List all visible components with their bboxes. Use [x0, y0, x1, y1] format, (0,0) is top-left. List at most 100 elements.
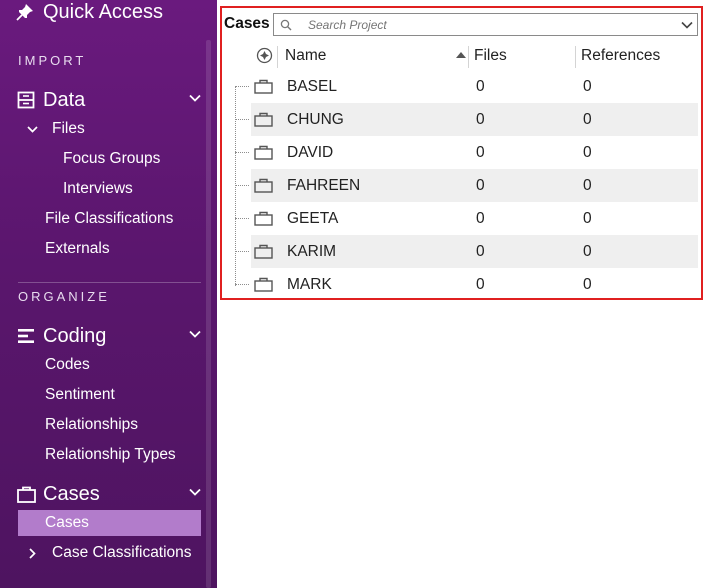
chevron-down-icon[interactable]: [189, 92, 201, 104]
sidebar-item-case-classifications-label: Case Classifications: [52, 544, 192, 561]
sidebar-item-files[interactable]: Files: [27, 116, 85, 142]
sidebar-item-file-classifications-label: File Classifications: [45, 210, 174, 227]
cell-files: 0: [476, 209, 485, 227]
column-header-references[interactable]: References: [581, 42, 660, 70]
table-row[interactable]: BASEL 0 0: [235, 70, 698, 103]
cell-references: 0: [583, 242, 592, 260]
tree-connector: [235, 185, 249, 186]
tree-connector: [235, 152, 249, 153]
table-row[interactable]: CHUNG 0 0: [235, 103, 698, 136]
cell-files: 0: [476, 143, 485, 161]
section-divider: [18, 282, 201, 283]
cell-name: KARIM: [287, 242, 337, 260]
sort-ascending-icon: [456, 52, 466, 58]
sidebar-item-relationship-types-label: Relationship Types: [45, 446, 176, 463]
pin-icon: [16, 4, 33, 21]
sidebar-item-codes-label: Codes: [45, 356, 90, 373]
group-coding[interactable]: Coding: [16, 322, 203, 350]
chevron-down-icon[interactable]: [27, 124, 39, 135]
data-icon: [16, 90, 36, 110]
cell-name: GEETA: [287, 209, 339, 227]
briefcase-icon: [254, 277, 273, 292]
search-icon: [280, 19, 296, 31]
sidebar-item-interviews[interactable]: Interviews: [63, 176, 133, 202]
chevron-down-icon[interactable]: [681, 20, 693, 30]
column-header-files[interactable]: Files: [474, 42, 507, 70]
column-separator: [277, 46, 278, 68]
sidebar-item-file-classifications[interactable]: File Classifications: [45, 206, 173, 232]
tree-connector: [235, 251, 249, 252]
tree-connector: [235, 284, 249, 285]
navigation-sidebar: Quick Access IMPORT Data Files Focus Gro…: [0, 0, 217, 588]
briefcase-icon: [254, 211, 273, 226]
cell-name: BASEL: [287, 77, 337, 95]
tree-connector: [235, 86, 236, 286]
table-row[interactable]: MARK 0 0: [235, 268, 698, 301]
cell-references: 0: [583, 275, 592, 293]
cell-references: 0: [583, 176, 592, 194]
briefcase-icon: [254, 112, 273, 127]
chevron-down-icon[interactable]: [189, 486, 201, 498]
chevron-down-icon[interactable]: [189, 328, 201, 340]
column-header-files-label: Files: [474, 47, 507, 64]
column-separator: [468, 46, 469, 68]
briefcase-icon: [16, 484, 36, 504]
sidebar-item-focus-groups-label: Focus Groups: [63, 150, 161, 167]
cell-references: 0: [583, 143, 592, 161]
sidebar-scrollbar[interactable]: [206, 40, 211, 588]
cell-name: CHUNG: [287, 110, 344, 128]
tree-connector: [235, 119, 249, 120]
panel-header: Cases: [224, 12, 270, 36]
group-cases[interactable]: Cases: [16, 480, 203, 508]
sidebar-item-externals-label: Externals: [45, 240, 110, 257]
sidebar-item-sentiment-label: Sentiment: [45, 386, 115, 403]
cell-name: DAVID: [287, 143, 334, 161]
table-header: Name Files References: [251, 42, 698, 70]
sidebar-item-cases-label: Cases: [45, 514, 89, 531]
sidebar-item-relationships[interactable]: Relationships: [45, 412, 138, 438]
group-data[interactable]: Data: [16, 86, 203, 114]
sidebar-item-sentiment[interactable]: Sentiment: [45, 382, 115, 408]
cell-references: 0: [583, 77, 592, 95]
sidebar-item-case-classifications[interactable]: Case Classifications: [27, 540, 192, 566]
briefcase-icon: [254, 178, 273, 193]
table-row[interactable]: KARIM 0 0: [235, 235, 698, 268]
tree-connector: [235, 218, 249, 219]
sidebar-item-codes[interactable]: Codes: [45, 352, 90, 378]
coding-icon: [16, 326, 36, 346]
column-header-name[interactable]: Name: [285, 42, 326, 70]
page-title: Cases: [224, 15, 270, 32]
cell-references: 0: [583, 110, 592, 128]
sidebar-item-focus-groups[interactable]: Focus Groups: [63, 146, 160, 172]
sidebar-item-externals[interactable]: Externals: [45, 236, 110, 262]
briefcase-icon: [254, 244, 273, 259]
cell-name: FAHREEN: [287, 176, 361, 194]
column-header-name-label: Name: [285, 47, 327, 64]
table-row[interactable]: FAHREEN 0 0: [235, 169, 698, 202]
group-coding-label: Coding: [43, 324, 107, 347]
table-row[interactable]: GEETA 0 0: [235, 202, 698, 235]
cell-name: MARK: [287, 275, 332, 293]
sidebar-item-cases[interactable]: Cases: [18, 510, 201, 536]
quick-access-header[interactable]: Quick Access: [16, 0, 163, 26]
table-row[interactable]: DAVID 0 0: [235, 136, 698, 169]
briefcase-icon: [254, 145, 273, 160]
sidebar-item-interviews-label: Interviews: [63, 180, 133, 197]
quick-access-label: Quick Access: [43, 0, 164, 23]
group-data-label: Data: [43, 88, 86, 111]
briefcase-icon: [254, 79, 273, 94]
section-import-label: IMPORT: [18, 53, 87, 68]
sidebar-item-relationships-label: Relationships: [45, 416, 139, 433]
cell-files: 0: [476, 110, 485, 128]
sidebar-item-relationship-types[interactable]: Relationship Types: [45, 442, 176, 468]
chevron-right-icon[interactable]: [27, 547, 39, 559]
column-header-references-label: References: [581, 47, 661, 64]
search-project-box[interactable]: [273, 13, 698, 36]
search-input[interactable]: [308, 17, 668, 32]
group-cases-label: Cases: [43, 482, 100, 505]
cell-files: 0: [476, 275, 485, 293]
tree-connector: [235, 86, 249, 87]
cell-files: 0: [476, 242, 485, 260]
cell-files: 0: [476, 77, 485, 95]
cell-references: 0: [583, 209, 592, 227]
